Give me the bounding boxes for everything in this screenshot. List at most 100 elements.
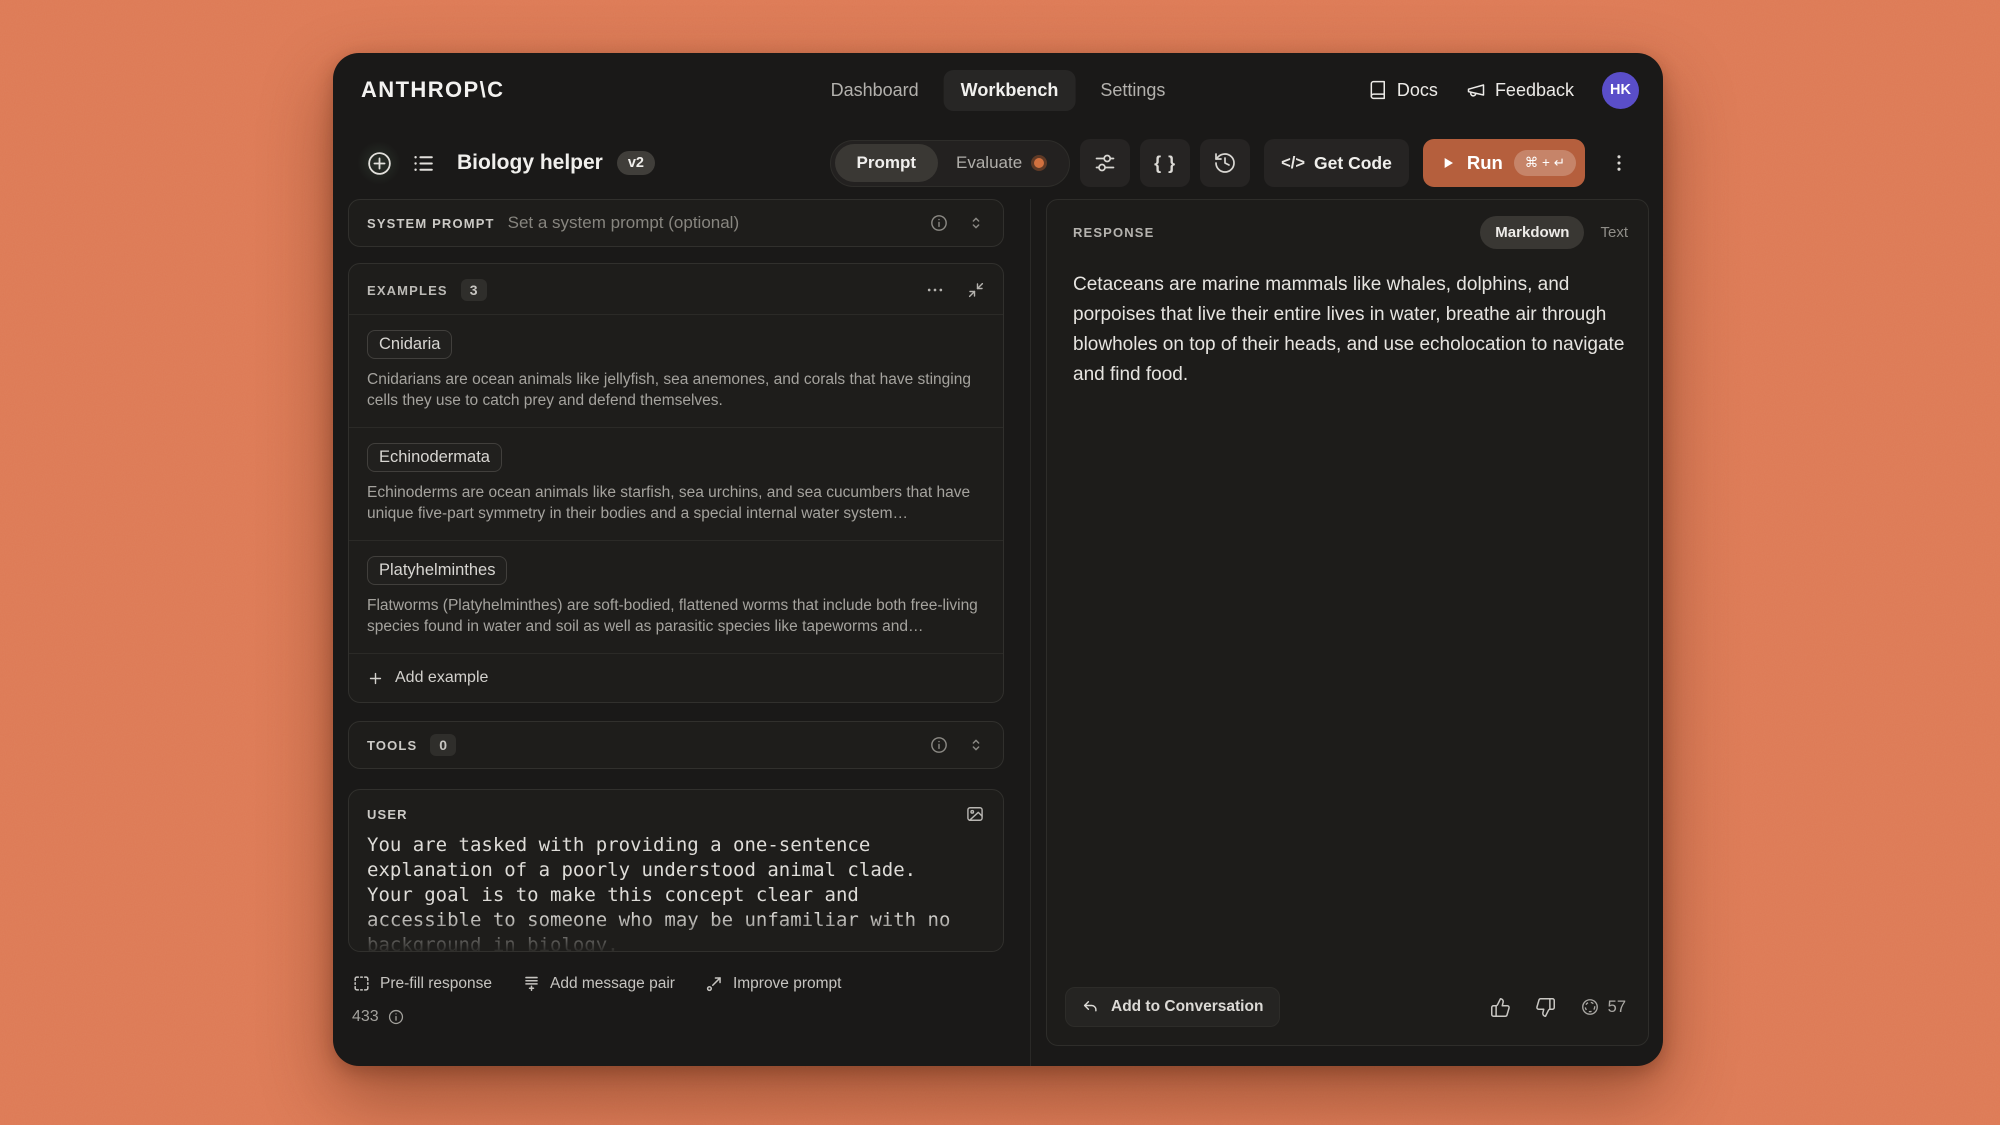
system-prompt-info-button[interactable]: [929, 213, 949, 233]
token-icon: [1580, 997, 1600, 1017]
tools-count-badge: 0: [430, 734, 456, 756]
collapse-icon: [967, 281, 985, 299]
tab-evaluate[interactable]: Evaluate: [938, 144, 1065, 182]
add-message-pair-button[interactable]: Add message pair: [522, 974, 675, 993]
add-example-label: Add example: [395, 669, 488, 687]
docs-button[interactable]: Docs: [1368, 80, 1438, 101]
info-icon: [387, 1008, 405, 1026]
get-code-label: Get Code: [1314, 153, 1392, 174]
example-item[interactable]: Platyhelminthes Flatworms (Platyhelminth…: [349, 540, 1003, 653]
token-info-button[interactable]: [387, 1008, 405, 1026]
avatar[interactable]: HK: [1602, 72, 1639, 109]
system-prompt-card[interactable]: SYSTEM PROMPT Set a system prompt (optio…: [348, 199, 1004, 247]
ellipsis-icon: [925, 280, 945, 300]
prompt-title[interactable]: Biology helper: [457, 151, 603, 175]
tab-text[interactable]: Text: [1600, 224, 1628, 241]
feedback-label: Feedback: [1495, 80, 1574, 101]
history-button[interactable]: [1200, 139, 1250, 187]
get-code-button[interactable]: </> Get Code: [1264, 139, 1409, 187]
add-example-button[interactable]: Add example: [349, 653, 1003, 702]
add-to-conversation-label: Add to Conversation: [1111, 998, 1263, 1016]
example-text: Flatworms (Platyhelminthes) are soft-bod…: [367, 595, 985, 637]
token-count-value: 433: [352, 1008, 379, 1026]
tools-label: TOOLS: [367, 738, 417, 753]
example-item[interactable]: Cnidaria Cnidarians are ocean animals li…: [349, 314, 1003, 427]
thumbs-down-button[interactable]: [1535, 997, 1556, 1018]
model-settings-button[interactable]: [1080, 139, 1130, 187]
tools-info-button[interactable]: [929, 735, 949, 755]
feedback-button[interactable]: Feedback: [1466, 80, 1574, 101]
nav-item-workbench[interactable]: Workbench: [944, 70, 1076, 111]
more-options-button[interactable]: [1597, 141, 1641, 185]
response-actions: 57: [1490, 997, 1626, 1018]
run-button[interactable]: Run ⌘ + ↵: [1423, 139, 1585, 187]
attach-image-button[interactable]: [965, 804, 985, 824]
sliders-icon: [1093, 151, 1117, 175]
response-footer: Add to Conversation 57: [1047, 987, 1648, 1045]
list-icon: [411, 151, 436, 176]
response-body: Cetaceans are marine mammals like whales…: [1047, 249, 1648, 390]
history-icon: [1213, 151, 1237, 175]
anthropic-logo: ANTHROP\C: [361, 77, 504, 103]
book-icon: [1368, 80, 1388, 100]
response-token-value: 57: [1608, 998, 1626, 1017]
system-prompt-placeholder: Set a system prompt (optional): [508, 213, 739, 233]
response-text: Cetaceans are marine mammals like whales…: [1073, 270, 1628, 390]
example-item[interactable]: Echinodermata Echinoderms are ocean anim…: [349, 427, 1003, 540]
prompt-panel: SYSTEM PROMPT Set a system prompt (optio…: [333, 199, 1031, 1066]
tab-markdown[interactable]: Markdown: [1480, 216, 1584, 249]
example-tag[interactable]: Platyhelminthes: [367, 556, 507, 585]
version-badge[interactable]: v2: [617, 151, 655, 175]
prefill-icon: [352, 974, 371, 993]
system-prompt-expand-button[interactable]: [967, 214, 985, 232]
example-tag[interactable]: Echinodermata: [367, 443, 502, 472]
message-actions: Pre-fill response Add message pair Impro…: [348, 974, 1004, 993]
response-panel: RESPONSE Markdown Text Cetaceans are mar…: [1031, 199, 1663, 1066]
kebab-menu-icon: [1608, 152, 1630, 174]
thumbs-down-icon: [1535, 997, 1556, 1018]
evaluate-status-dot: [1031, 155, 1047, 171]
main-content: SYSTEM PROMPT Set a system prompt (optio…: [333, 199, 1663, 1066]
example-text: Cnidarians are ocean animals like jellyf…: [367, 369, 985, 411]
thumbs-up-button[interactable]: [1490, 997, 1511, 1018]
examples-menu-button[interactable]: [925, 280, 945, 300]
examples-card: EXAMPLES 3 Cnidaria Cnidarians are ocean…: [348, 263, 1004, 703]
user-message-text[interactable]: You are tasked with providing a one-sent…: [367, 833, 963, 952]
examples-controls: [925, 280, 985, 300]
code-icon: </>: [1281, 154, 1305, 173]
info-icon: [929, 735, 949, 755]
examples-collapse-button[interactable]: [967, 281, 985, 299]
tools-controls: [929, 735, 985, 755]
prompt-list-button[interactable]: [401, 141, 445, 185]
example-tag[interactable]: Cnidaria: [367, 330, 452, 359]
add-to-conversation-button[interactable]: Add to Conversation: [1065, 987, 1280, 1027]
system-prompt-controls: [929, 213, 985, 233]
tab-prompt[interactable]: Prompt: [835, 144, 939, 182]
nav-right: Docs Feedback HK: [1368, 72, 1639, 109]
workbench-toolbar: Biology helper v2 Prompt Evaluate { } </…: [333, 127, 1663, 199]
tools-expand-button[interactable]: [967, 736, 985, 754]
user-message-card[interactable]: USER You are tasked with providing a one…: [348, 789, 1004, 952]
reply-arrow-icon: [1082, 998, 1100, 1016]
plus-icon: [367, 670, 384, 687]
response-card: RESPONSE Markdown Text Cetaceans are mar…: [1046, 199, 1649, 1046]
example-text: Echinoderms are ocean animals like starf…: [367, 482, 985, 524]
nav-item-dashboard[interactable]: Dashboard: [814, 70, 936, 111]
examples-header: EXAMPLES 3: [349, 264, 1003, 314]
tools-card[interactable]: TOOLS 0: [348, 721, 1004, 769]
info-icon: [929, 213, 949, 233]
run-shortcut: ⌘ + ↵: [1514, 150, 1576, 176]
improve-prompt-button[interactable]: Improve prompt: [705, 974, 842, 993]
run-label: Run: [1467, 152, 1503, 174]
user-label: USER: [367, 807, 408, 822]
variables-button[interactable]: { }: [1140, 139, 1190, 187]
prompt-token-count: 433: [348, 1008, 1004, 1026]
new-prompt-button[interactable]: [357, 141, 401, 185]
examples-label: EXAMPLES: [367, 283, 448, 298]
tab-evaluate-label: Evaluate: [956, 153, 1022, 173]
nav-item-settings[interactable]: Settings: [1083, 70, 1182, 111]
system-prompt-label: SYSTEM PROMPT: [367, 216, 495, 231]
prefill-response-button[interactable]: Pre-fill response: [352, 974, 492, 993]
tab-prompt-label: Prompt: [857, 153, 917, 173]
add-pair-icon: [522, 974, 541, 993]
